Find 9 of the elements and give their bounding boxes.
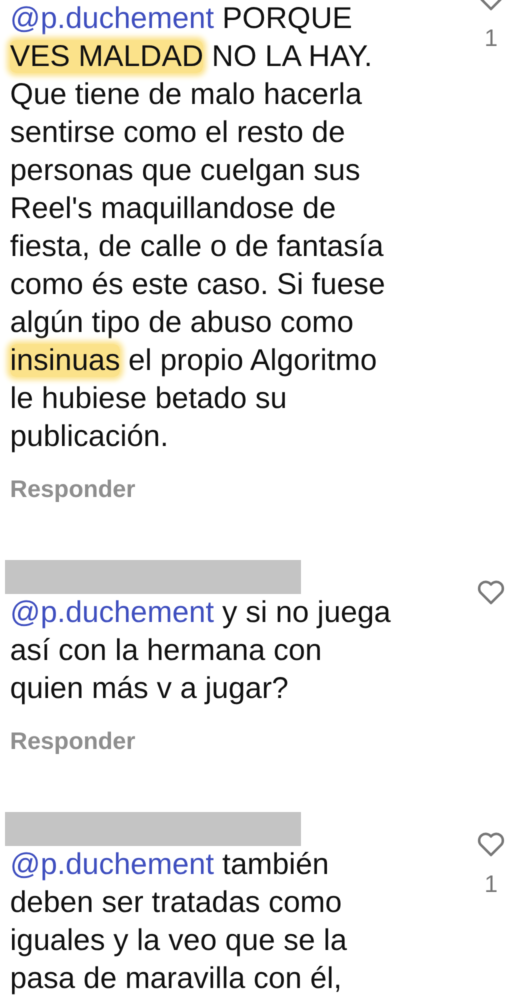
comment-text: @p.duchement y si no juega así con la hermana con quien más v a jugar?: [10, 595, 391, 707]
reply-link[interactable]: Responder: [10, 476, 136, 504]
heart-icon[interactable]: [477, 580, 505, 605]
heart-icon[interactable]: [477, 832, 505, 857]
like-count: 1: [484, 871, 498, 899]
comment-text: @p.duchement también deben ser tratadas como iguales y la veo que se la pasa de maravilla con él,: [10, 847, 347, 997]
reply-link[interactable]: Responder: [10, 728, 136, 756]
comment-text: @p.duchement PORQUE VES MALDAD NO LA HAY. Que tiene de malo hacerla sentirse como el resto de personas que cuelgan sus Reel's maquillandose de fiesta, de calle o de fantasía como és este caso. Si fuese algún tipo de abuso como insinuas el propio Algoritmo le hubiese betado su publicación.: [10, 1, 386, 455]
like-count: 1: [484, 25, 498, 53]
